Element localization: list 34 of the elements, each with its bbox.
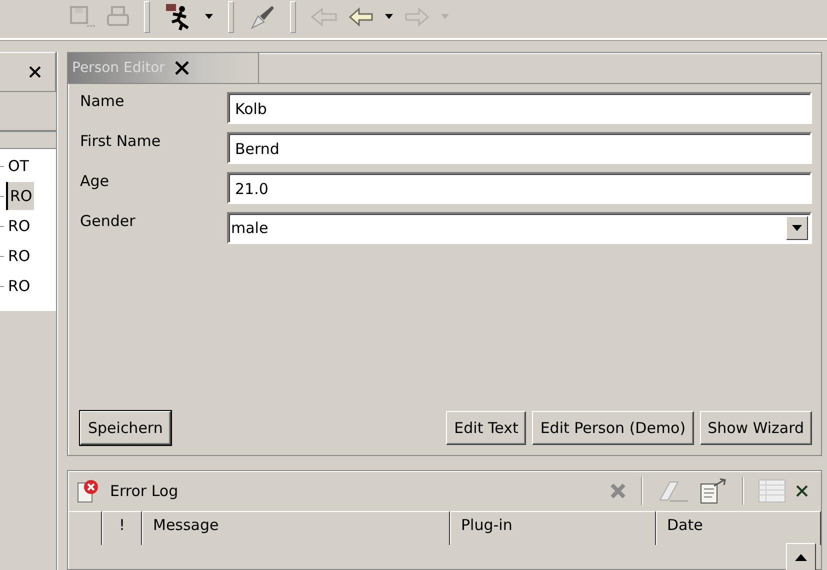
push-button[interactable]: Edit Text <box>446 411 526 445</box>
column-header[interactable]: ! <box>102 511 142 545</box>
text-field[interactable]: 21.0 <box>227 172 812 204</box>
field-label: Gender <box>80 211 136 230</box>
tree-item[interactable]: RO <box>6 182 34 210</box>
column-header[interactable] <box>68 511 102 545</box>
text-field[interactable]: Bernd <box>227 132 812 164</box>
caret-icon[interactable] <box>792 225 802 231</box>
error-log-icon <box>76 478 100 504</box>
push-button[interactable]: Show Wizard <box>700 411 812 445</box>
dropdown[interactable]: male <box>227 212 812 244</box>
field-label: Age <box>80 171 110 190</box>
triangle-up-icon <box>795 554 807 560</box>
tree-item[interactable]: RO <box>6 242 32 270</box>
notepad-export-icon[interactable] <box>698 477 728 505</box>
column-header[interactable]: Plug-in <box>450 511 656 545</box>
caret-icon[interactable] <box>204 14 214 20</box>
field-label: Name <box>80 91 126 110</box>
view-title: Error Log <box>110 482 178 500</box>
caret-icon[interactable] <box>384 14 394 20</box>
close-icon[interactable] <box>29 66 41 78</box>
column-header[interactable]: Message <box>142 511 450 545</box>
close-icon[interactable] <box>795 484 809 498</box>
scroll-up-button[interactable] <box>786 543 816 570</box>
tree-item[interactable]: OT <box>6 152 31 180</box>
tree-item[interactable]: RO <box>6 272 32 300</box>
field-label: First Name <box>80 131 162 150</box>
push-button[interactable]: Edit Person (Demo) <box>532 411 694 445</box>
tree-item[interactable]: RO <box>6 212 32 240</box>
brush-icon[interactable] <box>248 4 276 30</box>
text-field[interactable]: Kolb <box>227 92 812 124</box>
back-arrow-icon[interactable] <box>348 7 374 27</box>
close-icon[interactable] <box>174 61 189 75</box>
push-button[interactable]: Speichern <box>80 411 171 445</box>
